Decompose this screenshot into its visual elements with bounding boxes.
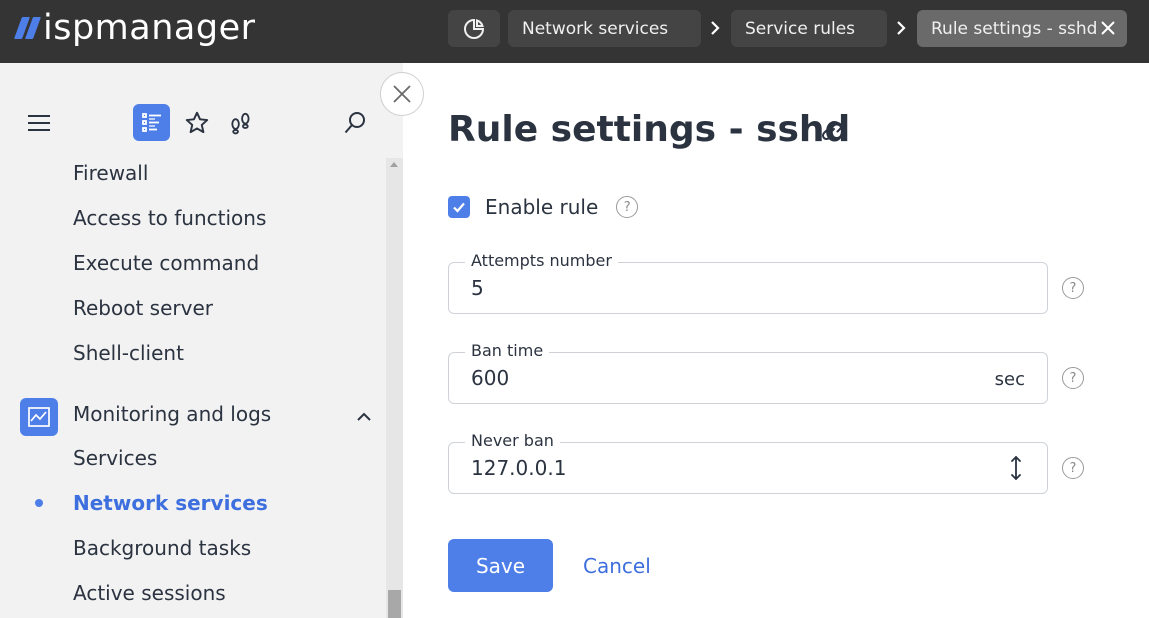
group-label: Monitoring and logs bbox=[73, 402, 272, 426]
logo-mark-icon bbox=[13, 17, 42, 39]
field-label: Ban time bbox=[465, 341, 550, 361]
scroll-up-arrow-icon[interactable] bbox=[390, 162, 398, 167]
field-label: Never ban bbox=[465, 431, 560, 451]
top-bar: ispmanager Network services Service rule… bbox=[0, 0, 1149, 63]
star-icon bbox=[185, 111, 208, 133]
breadcrumb-label: Rule settings - sshd bbox=[931, 18, 1098, 39]
cancel-button[interactable]: Cancel bbox=[583, 553, 651, 579]
help-icon[interactable]: ? bbox=[1062, 277, 1084, 299]
logo-text: ispmanager bbox=[43, 8, 256, 48]
field-label: Attempts number bbox=[465, 251, 618, 271]
menu-list-button[interactable] bbox=[133, 104, 170, 141]
ban-time-input[interactable]: 600 bbox=[471, 366, 509, 390]
breadcrumb-network-services[interactable]: Network services bbox=[508, 10, 701, 47]
hamburger-icon bbox=[27, 114, 50, 131]
chevron-right-icon bbox=[711, 21, 720, 35]
breadcrumb-label: Network services bbox=[522, 18, 669, 39]
help-icon[interactable]: ? bbox=[1062, 367, 1084, 389]
help-icon[interactable]: ? bbox=[616, 196, 639, 218]
main-content: Rule settings - sshd Enable rule ? Attem… bbox=[403, 63, 1149, 618]
menu-list-icon bbox=[141, 112, 161, 132]
menu-toggle-button[interactable] bbox=[20, 104, 57, 141]
attempts-number-input[interactable]: 5 bbox=[471, 276, 484, 300]
footprints-icon bbox=[230, 112, 250, 134]
sidebar-menu: Firewall Access to functions Execute com… bbox=[0, 158, 386, 618]
chart-line-icon bbox=[28, 407, 50, 427]
attempts-number-field[interactable]: Attempts number 5 bbox=[448, 251, 1048, 314]
sidebar: Firewall Access to functions Execute com… bbox=[0, 63, 403, 618]
page-title: Rule settings - sshd bbox=[448, 109, 851, 150]
sidebar-item-access-to-functions[interactable]: Access to functions bbox=[73, 203, 266, 233]
sidebar-item-firewall[interactable]: Firewall bbox=[73, 158, 148, 188]
resize-vertical-icon[interactable] bbox=[1007, 455, 1025, 481]
sidebar-group-monitoring-and-logs[interactable]: Monitoring and logs bbox=[20, 398, 375, 436]
breadcrumb-rule-settings[interactable]: Rule settings - sshd bbox=[917, 10, 1127, 47]
never-ban-textarea[interactable]: 127.0.0.1 bbox=[471, 456, 566, 480]
sidebar-item-execute-command[interactable]: Execute command bbox=[73, 248, 259, 278]
logo[interactable]: ispmanager bbox=[13, 8, 256, 48]
sidebar-item-reboot-server[interactable]: Reboot server bbox=[73, 293, 213, 323]
enable-rule-checkbox[interactable] bbox=[448, 196, 470, 218]
ban-time-field[interactable]: Ban time 600 sec bbox=[448, 341, 1048, 404]
checkmark-icon bbox=[453, 202, 465, 213]
sidebar-scrollbar[interactable] bbox=[386, 158, 403, 618]
sidebar-toolbar bbox=[0, 63, 403, 158]
scrollbar-thumb[interactable] bbox=[388, 590, 401, 618]
sidebar-item-active-sessions[interactable]: Active sessions bbox=[73, 578, 226, 608]
link-icon[interactable] bbox=[819, 118, 845, 144]
collapse-sidebar-button[interactable] bbox=[380, 72, 424, 116]
group-icon-box bbox=[20, 398, 58, 436]
recent-button[interactable] bbox=[222, 104, 259, 141]
never-ban-field[interactable]: Never ban 127.0.0.1 bbox=[448, 431, 1048, 494]
dashboard-pie-icon bbox=[464, 18, 485, 39]
close-icon bbox=[393, 85, 411, 103]
chevron-up-icon[interactable] bbox=[355, 408, 373, 426]
sidebar-item-shell-client[interactable]: Shell-client bbox=[73, 338, 184, 368]
search-button[interactable] bbox=[336, 104, 373, 141]
help-icon[interactable]: ? bbox=[1062, 457, 1084, 479]
favorites-button[interactable] bbox=[178, 104, 215, 141]
breadcrumb-service-rules[interactable]: Service rules bbox=[731, 10, 887, 47]
dashboard-button[interactable] bbox=[448, 10, 500, 47]
chevron-right-icon bbox=[897, 21, 906, 35]
active-indicator-dot bbox=[35, 499, 43, 507]
breadcrumb-label: Service rules bbox=[745, 18, 856, 39]
sidebar-item-services[interactable]: Services bbox=[73, 443, 157, 473]
sidebar-item-background-tasks[interactable]: Background tasks bbox=[73, 533, 251, 563]
sidebar-item-network-services[interactable]: Network services bbox=[73, 488, 268, 518]
ban-time-unit: sec bbox=[994, 369, 1025, 390]
save-button[interactable]: Save bbox=[448, 539, 553, 592]
search-icon bbox=[344, 111, 365, 133]
enable-rule-label: Enable rule bbox=[485, 195, 599, 219]
enable-rule-row: Enable rule ? bbox=[448, 195, 639, 219]
close-tab-icon[interactable] bbox=[1099, 19, 1117, 37]
